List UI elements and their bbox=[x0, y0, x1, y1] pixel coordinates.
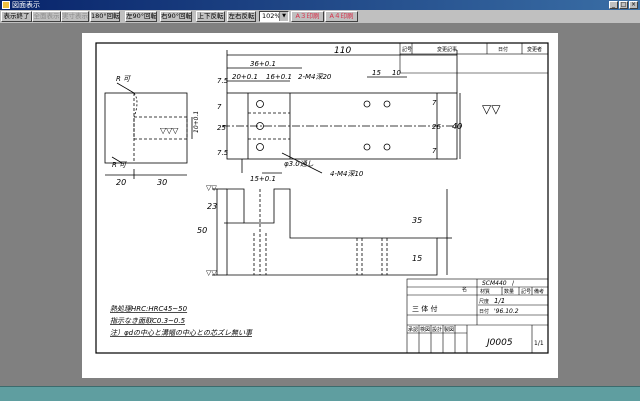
zoom-value: 102% bbox=[262, 12, 281, 20]
finish-mark-side: ▽▽▽ bbox=[160, 126, 179, 135]
dim-15: 15 bbox=[372, 69, 381, 77]
status-bar bbox=[0, 386, 640, 401]
role-draft: 製図 bbox=[444, 326, 454, 333]
m4-note-top: 2-M4深20 bbox=[298, 73, 332, 81]
rotate-left-90-button[interactable]: 左90°回転 bbox=[125, 11, 157, 22]
col-remark: 備考 bbox=[534, 288, 544, 295]
col-symbol: 記号 bbox=[521, 288, 531, 295]
role-check: 検図 bbox=[420, 326, 430, 333]
dim-23: 23 bbox=[207, 202, 217, 211]
phi-note: φ3.0通し bbox=[284, 160, 314, 168]
rev-header-symbol: 記号 bbox=[402, 46, 412, 53]
actual-size-button[interactable]: 実寸表示 bbox=[61, 11, 89, 22]
col-qty: 数量 bbox=[504, 288, 514, 295]
technical-drawing: R 可 R 可 10+0.1 20 30 ▽▽▽ 110 36+0.1 20+0… bbox=[95, 42, 549, 354]
print-a4-button[interactable]: A４印刷 bbox=[325, 11, 358, 22]
window-titlebar: 図面表示 _ □ × bbox=[0, 0, 640, 10]
sheet-number: 1/1 bbox=[534, 340, 544, 347]
dim-110: 110 bbox=[334, 46, 351, 56]
rev-header-date: 日付 bbox=[498, 46, 508, 53]
m4-note-bottom: 4-M4深10 bbox=[330, 170, 364, 178]
material-slash: / bbox=[512, 280, 515, 287]
date-value: '96.10.2 bbox=[494, 308, 519, 315]
scale-label: 尺度 bbox=[479, 298, 489, 305]
rotate-right-90-button[interactable]: 右90°回転 bbox=[160, 11, 192, 22]
col-material: 材質 bbox=[480, 288, 490, 295]
dim-16: 16+0.1 bbox=[266, 73, 292, 81]
dim-35: 35 bbox=[412, 216, 422, 225]
dim-40: 40 bbox=[452, 122, 462, 131]
r-note-top: R 可 bbox=[116, 75, 131, 83]
minimize-icon[interactable]: _ bbox=[609, 1, 618, 9]
dim-15b: 15+0.1 bbox=[250, 175, 276, 183]
flip-horizontal-button[interactable]: 左右反転 bbox=[227, 11, 256, 22]
window-title: 図面表示 bbox=[12, 1, 40, 9]
note-heat-treatment: 熱処理HRC:HRC45~50 bbox=[110, 305, 188, 313]
exit-display-button[interactable]: 表示終了 bbox=[1, 11, 32, 22]
dim-25: 25 bbox=[217, 124, 226, 132]
finish-mark-front-bottom: ▽▽ bbox=[206, 269, 217, 277]
dim-15c: 15 bbox=[412, 254, 422, 263]
role-approve: 承認 bbox=[408, 326, 418, 333]
maximize-icon[interactable]: □ bbox=[619, 1, 628, 9]
dim-26: 26 bbox=[432, 123, 441, 131]
flip-vertical-button[interactable]: 上下反転 bbox=[196, 11, 225, 22]
window-controls: _ □ × bbox=[609, 1, 638, 9]
date-label: 日付 bbox=[479, 308, 489, 315]
app-icon bbox=[2, 1, 10, 9]
scale-value: 1/1 bbox=[494, 297, 505, 305]
finish-mark-front-top: ▽▽ bbox=[206, 184, 217, 192]
dim-7a: 7 bbox=[432, 99, 437, 107]
rotate-180-button[interactable]: 180°回転 bbox=[90, 11, 120, 22]
name-label: 名 bbox=[462, 286, 467, 293]
revision-block bbox=[399, 42, 549, 74]
dim-50: 50 bbox=[197, 226, 207, 235]
dim-7c: 7 bbox=[217, 103, 222, 111]
rev-header-change: 変更記事 bbox=[437, 46, 457, 53]
toolbar: 表示終了 全面表示 実寸表示 180°回転 左90°回転 右90°回転 上下反転… bbox=[0, 10, 640, 24]
dim-30: 30 bbox=[157, 178, 167, 187]
top-view bbox=[222, 50, 462, 174]
close-icon[interactable]: × bbox=[629, 1, 638, 9]
drawing-sheet: R 可 R 可 10+0.1 20 30 ▽▽▽ 110 36+0.1 20+0… bbox=[82, 33, 558, 378]
note-chamfer: 指示なき面取C0.3~0.5 bbox=[110, 317, 186, 325]
dim-36: 36+0.1 bbox=[250, 60, 276, 68]
rev-header-person: 変更者 bbox=[527, 46, 542, 53]
role-design: 設計 bbox=[432, 326, 442, 333]
drawing-number: J0005 bbox=[485, 338, 513, 348]
r-note-bottom: R 可 bbox=[112, 161, 127, 169]
part-name: 三 体 付 bbox=[412, 304, 437, 313]
dim-7b: 7 bbox=[432, 147, 437, 155]
dim-20b: 20 bbox=[116, 178, 126, 187]
zoom-select[interactable]: 102% ▼ bbox=[259, 11, 289, 22]
dim-7-5b: 7.5 bbox=[217, 149, 229, 157]
dim-20: 20+0.1 bbox=[232, 73, 258, 81]
chevron-down-icon[interactable]: ▼ bbox=[279, 12, 288, 21]
dim-7-5a: 7.5 bbox=[217, 77, 229, 85]
print-a3-button[interactable]: A３印刷 bbox=[291, 11, 324, 22]
finish-mark-top: ▽▽ bbox=[482, 102, 501, 116]
material: SCM440 bbox=[482, 280, 507, 287]
dim-10: 10+0.1 bbox=[193, 111, 200, 133]
note-center: 注）φdの中心と溝幅の中心との芯ズレ無い事 bbox=[110, 329, 253, 337]
fit-all-button[interactable]: 全面表示 bbox=[32, 11, 61, 22]
